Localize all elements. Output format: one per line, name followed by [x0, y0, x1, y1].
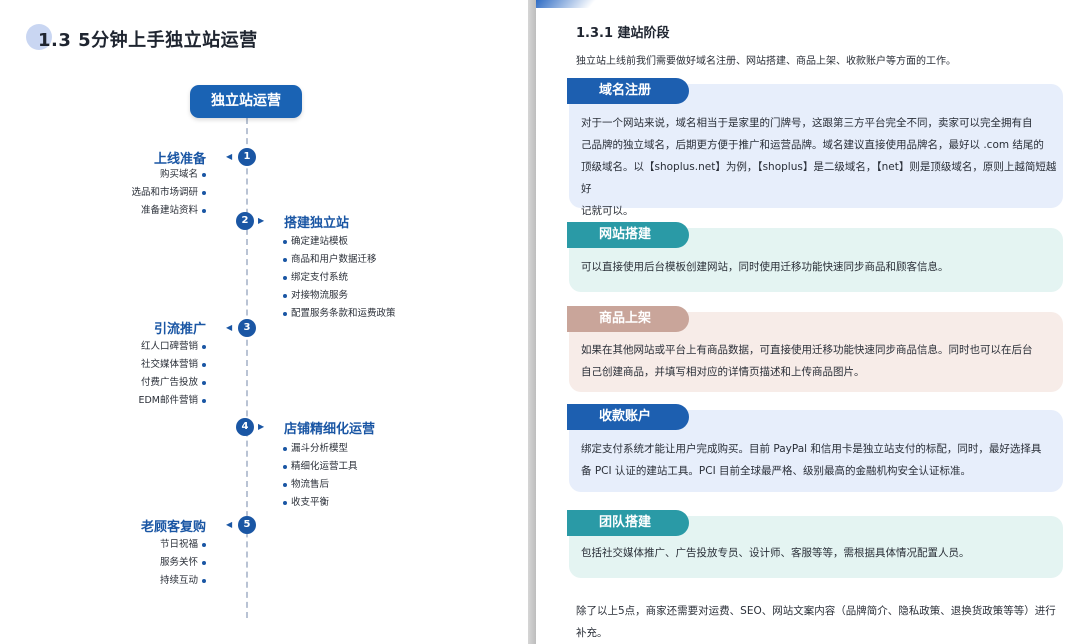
stage-title-3: 引流推广 — [153, 322, 206, 337]
text-line: 对于一个网站来说，域名相当于是家里的门牌号，这跟第三方平台完全不同，卖家可以完全… — [581, 117, 1033, 129]
text-line: 自己创建商品，并填写相对应的详情页描述和上传商品图片。 — [581, 366, 865, 378]
text-line: 绑定支付系统才能让用户完成购买。目前 PayPal 和信用卡是独立站支付的标配，… — [581, 443, 1042, 455]
arrow-left-icon: ◀ — [226, 152, 233, 161]
list-item: 选品和市场调研 — [131, 187, 206, 199]
card-text-team: 包括社交媒体推广、广告投放专员、设计师、客服等等，需根据具体情况配置人员。 — [581, 542, 1057, 564]
arrow-left-icon: ◀ — [226, 520, 233, 529]
list-item: 购买域名 — [160, 169, 206, 181]
stage-title-2: 搭建独立站 — [284, 216, 350, 231]
stage-number-1: 1 — [238, 148, 256, 166]
right-page: 1.3.1 建站阶段 独立站上线前我们需要做好域名注册、网站搭建、商品上架、收款… — [536, 0, 1080, 644]
text-line: 顶级域名。以【shoplus.net】为例，【shoplus】是二级域名，【ne… — [581, 161, 1057, 195]
stage-number-5: 5 — [238, 516, 256, 534]
text-line: 可以直接使用后台模板创建网站，同时使用迁移功能快速同步商品和顾客信息。 — [581, 261, 949, 273]
card-tag-payment: 收款账户 — [567, 404, 689, 430]
list-item: 服务关怀 — [160, 557, 206, 569]
card-text-product-listing: 如果在其他网站或平台上有商品数据，可直接使用迁移功能快速同步商品信息。同时也可以… — [581, 339, 1057, 383]
list-item: 漏斗分析模型 — [283, 443, 348, 455]
stage-number-2: 2 — [236, 212, 254, 230]
text-line: 除了以上5点，商家还需要对运费、SEO、网站文案内容（品牌简介、隐私政策、退换货… — [576, 605, 1056, 617]
stage-title-4: 店铺精细化运营 — [284, 422, 376, 437]
list-item: 确定建站模板 — [283, 236, 348, 248]
list-item: EDM邮件营销 — [138, 395, 206, 407]
stage-title-1: 上线准备 — [153, 152, 206, 167]
arrow-left-icon: ◀ — [226, 323, 233, 332]
card-tag-site-build: 网站搭建 — [567, 222, 689, 248]
stage-number-4: 4 — [236, 418, 254, 436]
left-page: 1.3 5分钟上手独立站运营 独立站运营 1 ◀ 上线准备 购买域名 选品和市场… — [0, 0, 528, 644]
list-item: 持续互动 — [160, 575, 206, 587]
text-line: 己品牌的独立域名，后期更方便于推广和运营品牌。域名建议直接使用品牌名，最好以 .… — [581, 139, 1044, 151]
card-tag-domain: 域名注册 — [567, 78, 689, 104]
arrow-right-icon: ▶ — [258, 216, 265, 225]
list-item: 绑定支付系统 — [283, 272, 348, 284]
card-text-payment: 绑定支付系统才能让用户完成购买。目前 PayPal 和信用卡是独立站支付的标配，… — [581, 438, 1057, 482]
text-line: 补充。 — [576, 627, 608, 639]
root-node: 独立站运营 — [190, 85, 302, 118]
timeline-dashed-line — [246, 118, 248, 618]
stage-title-5: 老顾客复购 — [140, 520, 206, 535]
list-item: 红人口碑营销 — [141, 341, 206, 353]
book-spread: 1.3 5分钟上手独立站运营 独立站运营 1 ◀ 上线准备 购买域名 选品和市场… — [0, 0, 1080, 644]
card-text-site-build: 可以直接使用后台模板创建网站，同时使用迁移功能快速同步商品和顾客信息。 — [581, 256, 1057, 278]
text-line: 记就可以。 — [581, 205, 634, 217]
card-text-domain: 对于一个网站来说，域名相当于是家里的门牌号，这跟第三方平台完全不同，卖家可以完全… — [581, 112, 1057, 222]
list-item: 对接物流服务 — [283, 290, 348, 302]
stage-number-3: 3 — [238, 319, 256, 337]
text-line: 包括社交媒体推广、广告投放专员、设计师、客服等等，需根据具体情况配置人员。 — [581, 547, 970, 559]
list-item: 收支平衡 — [283, 497, 329, 509]
outro-text: 除了以上5点，商家还需要对运费、SEO、网站文案内容（品牌简介、隐私政策、退换货… — [576, 600, 1056, 644]
card-tag-product-listing: 商品上架 — [567, 306, 689, 332]
list-item: 物流售后 — [283, 479, 329, 491]
arrow-right-icon: ▶ — [258, 422, 265, 431]
text-line: 备 PCI 认证的建站工具。PCI 目前全球最严格、级别最高的金融机构安全认证标… — [581, 465, 972, 477]
sub-section-title: 1.3.1 建站阶段 — [576, 26, 670, 41]
list-item: 准备建站资料 — [141, 205, 206, 217]
section-title: 1.3 5分钟上手独立站运营 — [38, 30, 258, 51]
list-item: 节日祝福 — [160, 539, 206, 551]
list-item: 精细化运营工具 — [283, 461, 358, 473]
card-tag-team: 团队搭建 — [567, 510, 689, 536]
list-item: 付费广告投放 — [141, 377, 206, 389]
list-item: 商品和用户数据迁移 — [283, 254, 377, 266]
list-item: 配置服务条款和运费政策 — [283, 308, 396, 320]
text-line: 如果在其他网站或平台上有商品数据，可直接使用迁移功能快速同步商品信息。同时也可以… — [581, 344, 1033, 356]
corner-accent — [536, 0, 596, 8]
book-gutter — [528, 0, 536, 644]
list-item: 社交媒体营销 — [141, 359, 206, 371]
intro-text: 独立站上线前我们需要做好域名注册、网站搭建、商品上架、收款账户等方面的工作。 — [576, 56, 956, 67]
